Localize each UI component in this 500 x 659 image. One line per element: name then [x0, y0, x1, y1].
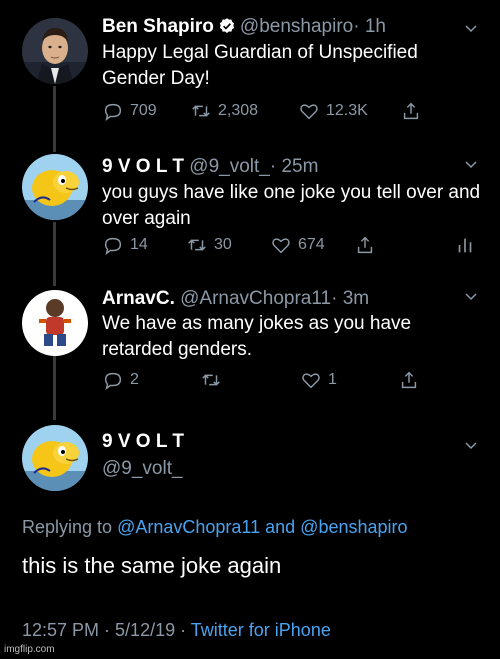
chevron-down-icon[interactable]	[464, 22, 478, 36]
reply-count: 14	[130, 236, 148, 253]
retweet-icon	[188, 239, 206, 251]
share-icon	[401, 371, 417, 389]
tweet-source[interactable]: Twitter for iPhone	[191, 620, 331, 640]
like-icon	[300, 104, 318, 120]
chevron-down-icon[interactable]	[464, 290, 478, 304]
display-name[interactable]: Ben Shapiro	[102, 16, 214, 37]
reply-user-link[interactable]: @ArnavChopra11	[117, 517, 260, 537]
like-button[interactable]: 1	[300, 369, 337, 391]
reply-icon	[104, 372, 122, 391]
reply-button[interactable]: 2	[102, 369, 139, 391]
tweet-text: Happy Legal Guardian of Unspecified Gend…	[102, 42, 418, 89]
main-display-name[interactable]: 9 V O L T	[102, 431, 184, 453]
replying-to: Replying to @ArnavChopra11 and @benshapi…	[22, 517, 408, 538]
share-icon	[357, 236, 373, 254]
like-button[interactable]: 12.3K	[298, 100, 368, 122]
retweet-button[interactable]: 2,308	[190, 100, 258, 122]
tweet-benshapiro[interactable]: Ben Shapiro @benshapiro· 1h Happy Legal G…	[0, 0, 500, 150]
tweet-actions: 14 30 674	[102, 234, 482, 260]
like-count: 1	[328, 371, 337, 388]
display-name[interactable]: ArnavC.	[102, 288, 175, 309]
timestamp[interactable]: · 25m	[270, 156, 319, 177]
share-icon	[403, 102, 419, 120]
tweet-timestamp[interactable]: 12:57 PM · 5/12/19 ·	[22, 620, 186, 640]
reply-icon	[104, 103, 122, 122]
like-icon	[302, 373, 320, 389]
handle[interactable]: @9_volt_	[189, 156, 270, 177]
avatar[interactable]	[22, 18, 88, 84]
display-name[interactable]: 9 V O L T	[102, 431, 184, 452]
share-button[interactable]	[354, 234, 376, 256]
reply-count: 709	[130, 102, 157, 119]
tweet-actions: 2 1	[102, 369, 432, 395]
like-button[interactable]: 674	[270, 234, 325, 256]
tweet-actions: 709 2,308 12.3K	[102, 100, 432, 126]
retweet-icon	[202, 374, 220, 386]
tweet-arnavc[interactable]: ArnavC. @ArnavChopra11· 3m We have as ma…	[0, 285, 500, 415]
like-count: 674	[298, 236, 325, 253]
watermark: imgflip.com	[4, 644, 55, 655]
handle[interactable]: @ArnavChopra11	[180, 288, 331, 309]
reply-user-link[interactable]: @benshapiro	[300, 517, 407, 537]
tweet-9volt[interactable]: 9 V O L T @9_volt_· 25m you guys have li…	[0, 150, 500, 285]
main-tweet-text: this is the same joke again	[22, 553, 282, 578]
tweet-header: ArnavC. @ArnavChopra11· 3m	[102, 288, 369, 310]
handle[interactable]: @benshapiro	[240, 16, 353, 37]
display-name[interactable]: 9 V O L T	[102, 156, 184, 177]
like-count: 12.3K	[326, 102, 368, 119]
timestamp[interactable]: · 1h	[353, 16, 386, 37]
reply-button[interactable]: 709	[102, 100, 157, 122]
handle[interactable]: @9_volt_	[102, 458, 183, 479]
retweet-icon	[192, 105, 210, 117]
tweet-meta: 12:57 PM · 5/12/19 · Twitter for iPhone	[22, 620, 331, 641]
reply-button[interactable]: 14	[102, 234, 148, 256]
retweet-button[interactable]: 30	[186, 234, 232, 256]
avatar[interactable]	[22, 425, 88, 491]
avatar[interactable]	[22, 290, 88, 356]
replying-prefix: Replying to	[22, 517, 113, 537]
main-handle-row: @9_volt_	[102, 458, 183, 480]
retweet-count: 30	[214, 236, 232, 253]
tweet-header: Ben Shapiro @benshapiro· 1h	[102, 16, 386, 41]
share-button[interactable]	[400, 100, 422, 122]
reply-and: and	[265, 517, 296, 537]
timestamp[interactable]: · 3m	[331, 288, 369, 309]
analytics-button[interactable]	[454, 234, 476, 256]
reply-icon	[104, 237, 122, 256]
retweet-count: 2,308	[218, 102, 259, 119]
chevron-down-icon[interactable]	[464, 158, 478, 172]
avatar[interactable]	[22, 154, 88, 220]
retweet-button[interactable]	[200, 369, 222, 391]
share-button[interactable]	[398, 369, 420, 391]
tweet-text: you guys have like one joke you tell ove…	[102, 182, 481, 229]
tweet-header: 9 V O L T @9_volt_· 25m	[102, 156, 318, 178]
analytics-icon	[458, 238, 472, 253]
verified-badge-icon	[218, 17, 236, 41]
tweet-text: We have as many jokes as you have retard…	[102, 313, 412, 360]
reply-count: 2	[130, 371, 139, 388]
chevron-down-icon[interactable]	[464, 439, 478, 453]
like-icon	[272, 238, 290, 254]
